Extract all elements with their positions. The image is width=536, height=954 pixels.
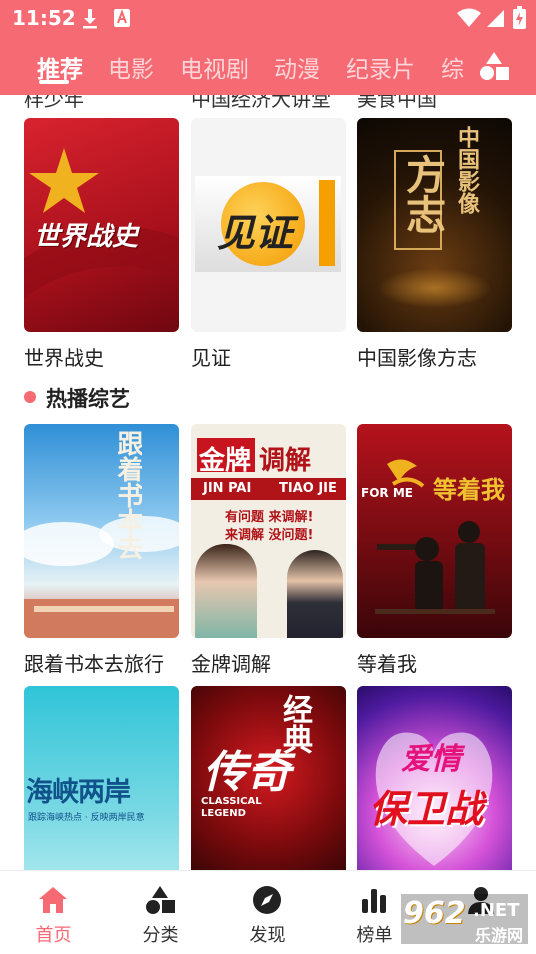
card-title[interactable]: 中国经济大讲堂 <box>191 95 351 112</box>
poster-subtitle-text: 跟踪海峡热点 · 反映两岸民意 <box>28 813 145 823</box>
poster-subtitle-text: 中国影像 <box>454 126 479 214</box>
compass-icon <box>253 886 281 914</box>
tab-tv-series[interactable]: 电视剧 <box>180 50 249 84</box>
previous-row-titles: 样少年 中国经济大讲堂 美食中国 <box>0 95 536 111</box>
tab-documentary[interactable]: 纪录片 <box>346 50 415 84</box>
section-title: 热播综艺 <box>46 387 130 411</box>
status-time: 11:52 <box>12 6 76 30</box>
poster-english-text: FOR ME <box>361 486 413 500</box>
section-dot <box>24 391 36 403</box>
host-figure-left <box>195 544 257 638</box>
shapes-icon <box>146 886 175 914</box>
bar-chart-icon <box>362 889 386 913</box>
poster-title-text-2: 经典 <box>277 694 312 754</box>
wifi-icon <box>457 8 481 27</box>
watermark-text-number: 962 <box>403 896 466 931</box>
tab-anime[interactable]: 动漫 <box>274 50 320 84</box>
poster-title-text: 等着我 <box>433 476 505 504</box>
card-title[interactable]: 美食中国 <box>357 95 517 112</box>
host-figure-right <box>287 550 343 638</box>
category-tabs: 推荐 电影 电视剧 动漫 纪录片 综 <box>0 40 536 95</box>
nav-label: 首页 <box>35 925 72 946</box>
top-header: 11:52 推荐 电影 电视剧 动漫 纪录片 综 <box>0 0 536 95</box>
card-title[interactable]: 世界战史 <box>24 342 104 371</box>
card-title[interactable]: 金牌调解 <box>191 648 271 677</box>
signal-icon <box>487 10 504 27</box>
home-icon <box>39 887 67 913</box>
battery-icon <box>513 6 526 29</box>
poster-english-text: CLASSICAL <box>201 796 262 807</box>
poster-title-text: 爱情 <box>401 742 461 777</box>
poster-title-text: 海峡两岸 <box>26 777 131 808</box>
poster-title-text-2: 保卫战 <box>369 787 484 831</box>
poster-aiqing-baoweizhan[interactable]: 爱情 保卫战 <box>357 686 512 870</box>
notification-a-icon <box>114 9 130 27</box>
tab-variety[interactable]: 综 <box>441 50 464 84</box>
card-title[interactable]: 跟着书本去旅行 <box>24 648 164 677</box>
poster-dengzhe-wo[interactable]: 等着我 FOR ME <box>357 424 512 638</box>
card-title[interactable]: 样少年 <box>24 95 184 112</box>
nav-label: 发现 <box>249 925 286 946</box>
poster-title-text: 见证 <box>217 211 294 255</box>
poster-haixia-liangan[interactable]: 海峡两岸 跟踪海峡热点 · 反映两岸民意 <box>24 686 179 870</box>
poster-genzhe-shuben[interactable]: 跟着书本去旅行 <box>24 424 179 638</box>
card-title[interactable]: 中国影像方志 <box>357 342 477 371</box>
poster-title-text: 金牌 <box>199 446 252 476</box>
poster-jianzheng[interactable]: 见证 <box>191 118 346 332</box>
poster-art <box>375 459 495 614</box>
download-icon <box>83 9 97 29</box>
poster-title-text: 跟着书本去旅行 <box>113 430 142 560</box>
poster-pinyin-text-2: TIAO JIE <box>279 481 337 496</box>
nav-discover[interactable]: 发现 <box>214 871 321 954</box>
poster-jinpai-tiaojie[interactable]: 金牌 调解 JIN PAI TIAO JIE 有问题 来调解! 来调解 没问题! <box>191 424 346 638</box>
poster-english-text-2: LEGEND <box>201 808 246 819</box>
poster-pinyin-text: JIN PAI <box>203 481 252 496</box>
poster-slogan-2: 来调解 没问题! <box>225 528 314 543</box>
watermark-logo: 962 .NET 乐游网 <box>397 890 532 948</box>
card-title[interactable]: 见证 <box>191 342 231 371</box>
status-bar: 11:52 <box>0 0 536 38</box>
orange-bar <box>319 180 335 266</box>
watermark-text-name: 乐游网 <box>475 926 524 945</box>
poster-glow <box>377 268 492 308</box>
shapes-category-icon[interactable] <box>478 50 510 82</box>
poster-jingdian-chuanqi[interactable]: 传奇 经典 CLASSICAL LEGEND <box>191 686 346 870</box>
tab-recommend[interactable]: 推荐 <box>37 50 83 84</box>
poster-zhongguo-yingxiang-fangzhi[interactable]: 方志 中国影像 <box>357 118 512 332</box>
tab-movie[interactable]: 电影 <box>108 50 154 84</box>
poster-shijie-zhanshi[interactable]: 世界战史 <box>24 118 179 332</box>
nav-label: 分类 <box>142 925 179 946</box>
content-feed: 样少年 中国经济大讲堂 美食中国 世界战史 世界战史 见证 见证 方志 中国影像 <box>0 95 536 870</box>
poster-title-text: 世界战史 <box>34 222 139 252</box>
card-title[interactable]: 等着我 <box>357 648 417 677</box>
poster-title-text: 方志 <box>399 154 445 234</box>
nav-category[interactable]: 分类 <box>107 871 214 954</box>
active-tab-indicator <box>39 80 69 84</box>
nav-home[interactable]: 首页 <box>0 871 107 954</box>
poster-title-text-2: 调解 <box>259 446 312 476</box>
poster-slogan-1: 有问题 来调解! <box>225 510 314 525</box>
watermark-text-net: .NET <box>473 900 520 921</box>
